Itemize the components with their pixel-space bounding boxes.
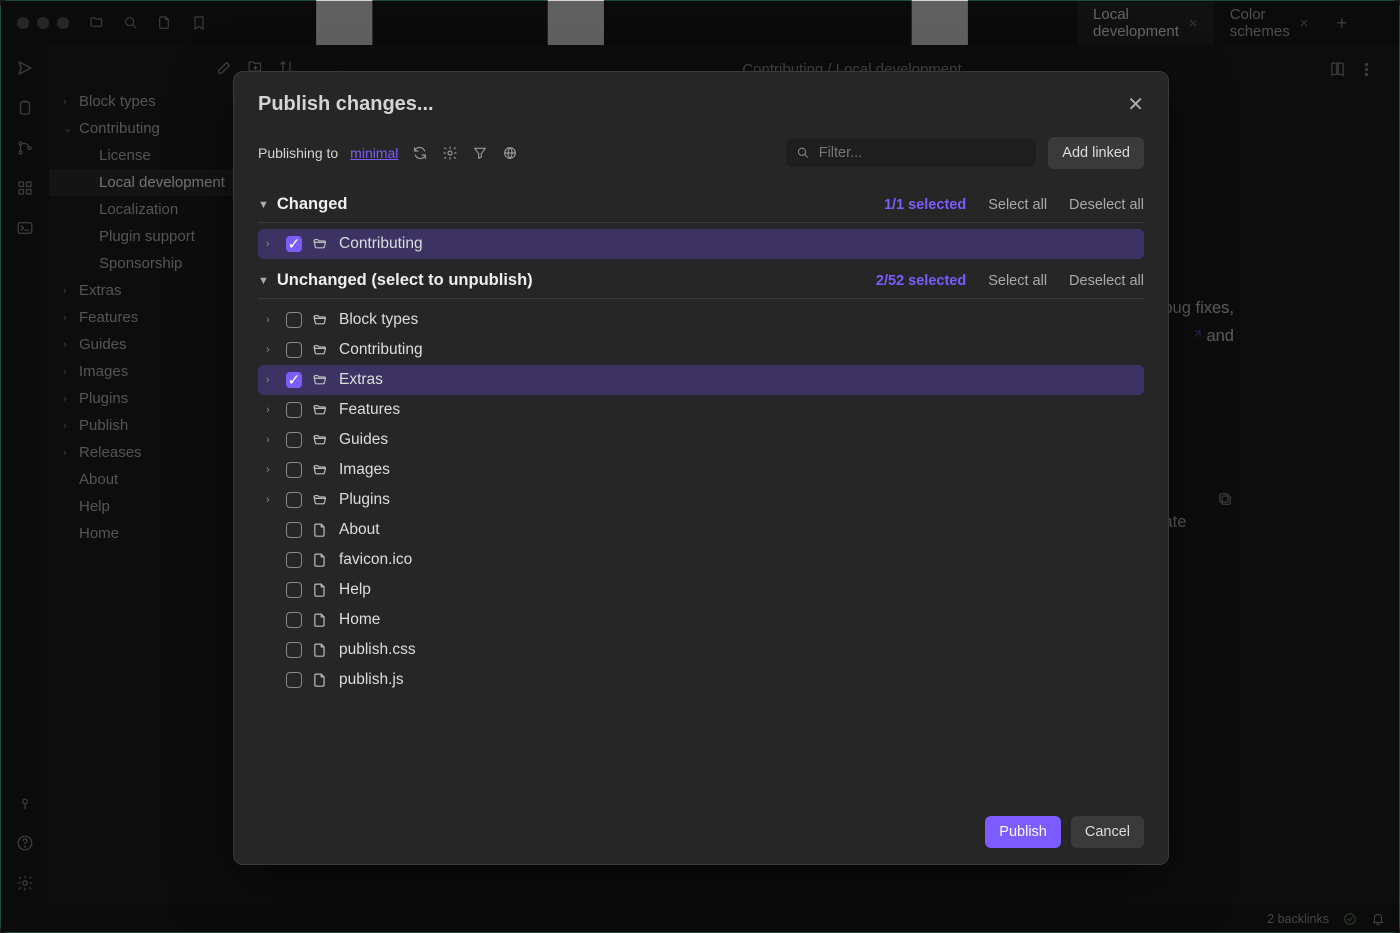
list-item[interactable]: › ✓ Extras [258,365,1144,395]
cancel-button[interactable]: Cancel [1071,816,1144,848]
item-label: Extras [339,371,383,389]
list-item[interactable]: About [258,515,1144,545]
chevron-down-icon: ▼ [258,275,269,287]
list-item[interactable]: › Plugins [258,485,1144,515]
folder-icon [312,342,329,359]
publish-changes-modal: Publish changes... ✕ Publishing to minim… [233,71,1169,865]
list-item[interactable]: publish.css [258,635,1144,665]
checkbox[interactable] [286,612,302,628]
list-item[interactable]: › Features [258,395,1144,425]
checkbox[interactable] [286,672,302,688]
file-icon [312,612,329,629]
chevron-right-icon: › [266,494,276,506]
item-label: Images [339,461,390,479]
item-label: publish.css [339,641,416,659]
list-item[interactable]: Help [258,575,1144,605]
file-icon [312,672,329,689]
checkbox[interactable] [286,642,302,658]
chevron-right-icon: › [266,238,276,250]
settings-icon[interactable] [442,145,458,161]
refresh-icon[interactable] [412,145,428,161]
checkbox[interactable] [286,552,302,568]
publishing-to-label: Publishing to [258,145,338,161]
checkbox[interactable] [286,312,302,328]
site-link[interactable]: minimal [350,145,398,161]
item-label: publish.js [339,671,404,689]
item-label: About [339,521,380,539]
modal-toolbar: Publishing to minimal Add linked [234,123,1168,183]
filter-input-wrap[interactable] [786,139,1036,167]
modal-title: Publish changes... [258,93,434,116]
close-icon[interactable]: ✕ [1127,92,1144,117]
checkbox[interactable] [286,582,302,598]
folder-icon [312,492,329,509]
modal-header: Publish changes... ✕ [234,72,1168,123]
select-all-link[interactable]: Select all [988,197,1047,213]
section-title: Unchanged (select to unpublish) [277,271,533,290]
checkbox[interactable] [286,432,302,448]
file-icon [312,522,329,539]
selection-count: 2/52 selected [876,273,966,289]
unchanged-list: › Block types › Contributing › ✓ Extras › Featur… [258,305,1144,695]
folder-icon [312,312,329,329]
checkbox[interactable]: ✓ [286,372,302,388]
chevron-right-icon: › [266,344,276,356]
publish-button[interactable]: Publish [985,816,1061,848]
changed-list: › ✓ Contributing [258,229,1144,259]
modal-body: ▼ Changed 1/1 selected Select all Desele… [234,183,1168,800]
file-icon [312,582,329,599]
folder-icon [312,372,329,389]
list-item[interactable]: › Contributing [258,335,1144,365]
checkbox[interactable] [286,462,302,478]
list-item[interactable]: › ✓ Contributing [258,229,1144,259]
file-icon [312,552,329,569]
unchanged-section-header[interactable]: ▼ Unchanged (select to unpublish) 2/52 s… [258,259,1144,299]
section-title: Changed [277,195,348,214]
item-label: favicon.ico [339,551,412,569]
file-icon [312,642,329,659]
chevron-right-icon: › [266,374,276,386]
folder-icon [312,402,329,419]
item-label: Features [339,401,400,419]
chevron-right-icon: › [266,314,276,326]
checkbox[interactable] [286,342,302,358]
folder-icon [312,432,329,449]
chevron-right-icon: › [266,464,276,476]
folder-icon [312,236,329,253]
chevron-down-icon: ▼ [258,199,269,211]
search-icon [796,145,810,161]
item-label: Home [339,611,380,629]
chevron-right-icon: › [266,434,276,446]
item-label: Guides [339,431,388,449]
filter-input[interactable] [819,145,1027,161]
chevron-right-icon: › [266,404,276,416]
selection-count: 1/1 selected [884,197,966,213]
list-item[interactable]: favicon.ico [258,545,1144,575]
checkbox[interactable] [286,522,302,538]
checkbox[interactable]: ✓ [286,236,302,252]
select-all-link[interactable]: Select all [988,273,1047,289]
checkbox[interactable] [286,492,302,508]
globe-icon[interactable] [502,145,518,161]
list-item[interactable]: › Guides [258,425,1144,455]
add-linked-button[interactable]: Add linked [1048,137,1144,169]
list-item[interactable]: › Block types [258,305,1144,335]
list-item[interactable]: publish.js [258,665,1144,695]
deselect-all-link[interactable]: Deselect all [1069,273,1144,289]
filter-icon[interactable] [472,145,488,161]
modal-footer: Publish Cancel [234,800,1168,864]
item-label: Contributing [339,341,423,359]
item-label: Help [339,581,371,599]
item-label: Plugins [339,491,390,509]
list-item[interactable]: › Images [258,455,1144,485]
deselect-all-link[interactable]: Deselect all [1069,197,1144,213]
changed-section-header[interactable]: ▼ Changed 1/1 selected Select all Desele… [258,183,1144,223]
checkbox[interactable] [286,402,302,418]
folder-icon [312,462,329,479]
item-label: Contributing [339,235,423,253]
item-label: Block types [339,311,418,329]
list-item[interactable]: Home [258,605,1144,635]
